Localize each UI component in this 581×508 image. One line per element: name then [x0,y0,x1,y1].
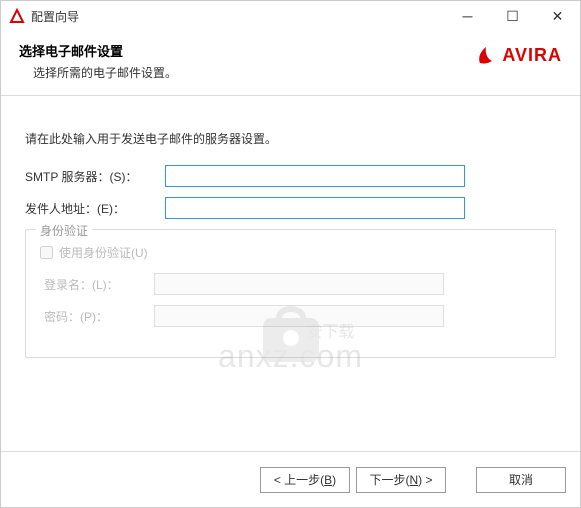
login-label: 登录名：(L)： [44,276,154,293]
login-input [154,273,444,295]
back-button[interactable]: < 上一步(B) [260,467,350,493]
maximize-button[interactable]: ☐ [490,1,535,31]
close-button[interactable]: ✕ [535,1,580,31]
avira-icon [474,43,498,67]
use-auth-checkbox[interactable] [40,246,53,259]
wizard-content: 请在此处输入用于发送电子邮件的服务器设置。 SMTP 服务器：(S)： 发件人地… [1,96,580,451]
brand-text: AVIRA [502,45,562,66]
page-subtitle: 选择所需的电子邮件设置。 [33,64,474,81]
password-label: 密码：(P)： [44,308,154,325]
use-auth-label: 使用身份验证(U) [59,244,148,261]
smtp-label: SMTP 服务器：(S)： [25,168,165,185]
page-title: 选择电子邮件设置 [19,41,474,60]
instruction-text: 请在此处输入用于发送电子邮件的服务器设置。 [25,130,556,147]
wizard-header: 选择电子邮件设置 选择所需的电子邮件设置。 AVIRA [1,31,580,96]
titlebar: 配置向导 ─ ☐ ✕ [1,1,580,31]
sender-input[interactable] [165,197,465,219]
minimize-button[interactable]: ─ [445,1,490,31]
brand-logo: AVIRA [474,43,562,67]
next-button[interactable]: 下一步(N) > [356,467,446,493]
app-icon [9,8,25,24]
cancel-button[interactable]: 取消 [476,467,566,493]
wizard-footer: < 上一步(B) 下一步(N) > 取消 [1,451,580,507]
password-input [154,305,444,327]
sender-label: 发件人地址：(E)： [25,200,165,217]
smtp-input[interactable] [165,165,465,187]
auth-legend: 身份验证 [36,222,92,239]
window-title: 配置向导 [31,8,445,25]
wizard-window: 配置向导 ─ ☐ ✕ 选择电子邮件设置 选择所需的电子邮件设置。 AVIRA 请… [0,0,581,508]
auth-fieldset: 身份验证 使用身份验证(U) 登录名：(L)： 密码：(P)： [25,229,556,358]
